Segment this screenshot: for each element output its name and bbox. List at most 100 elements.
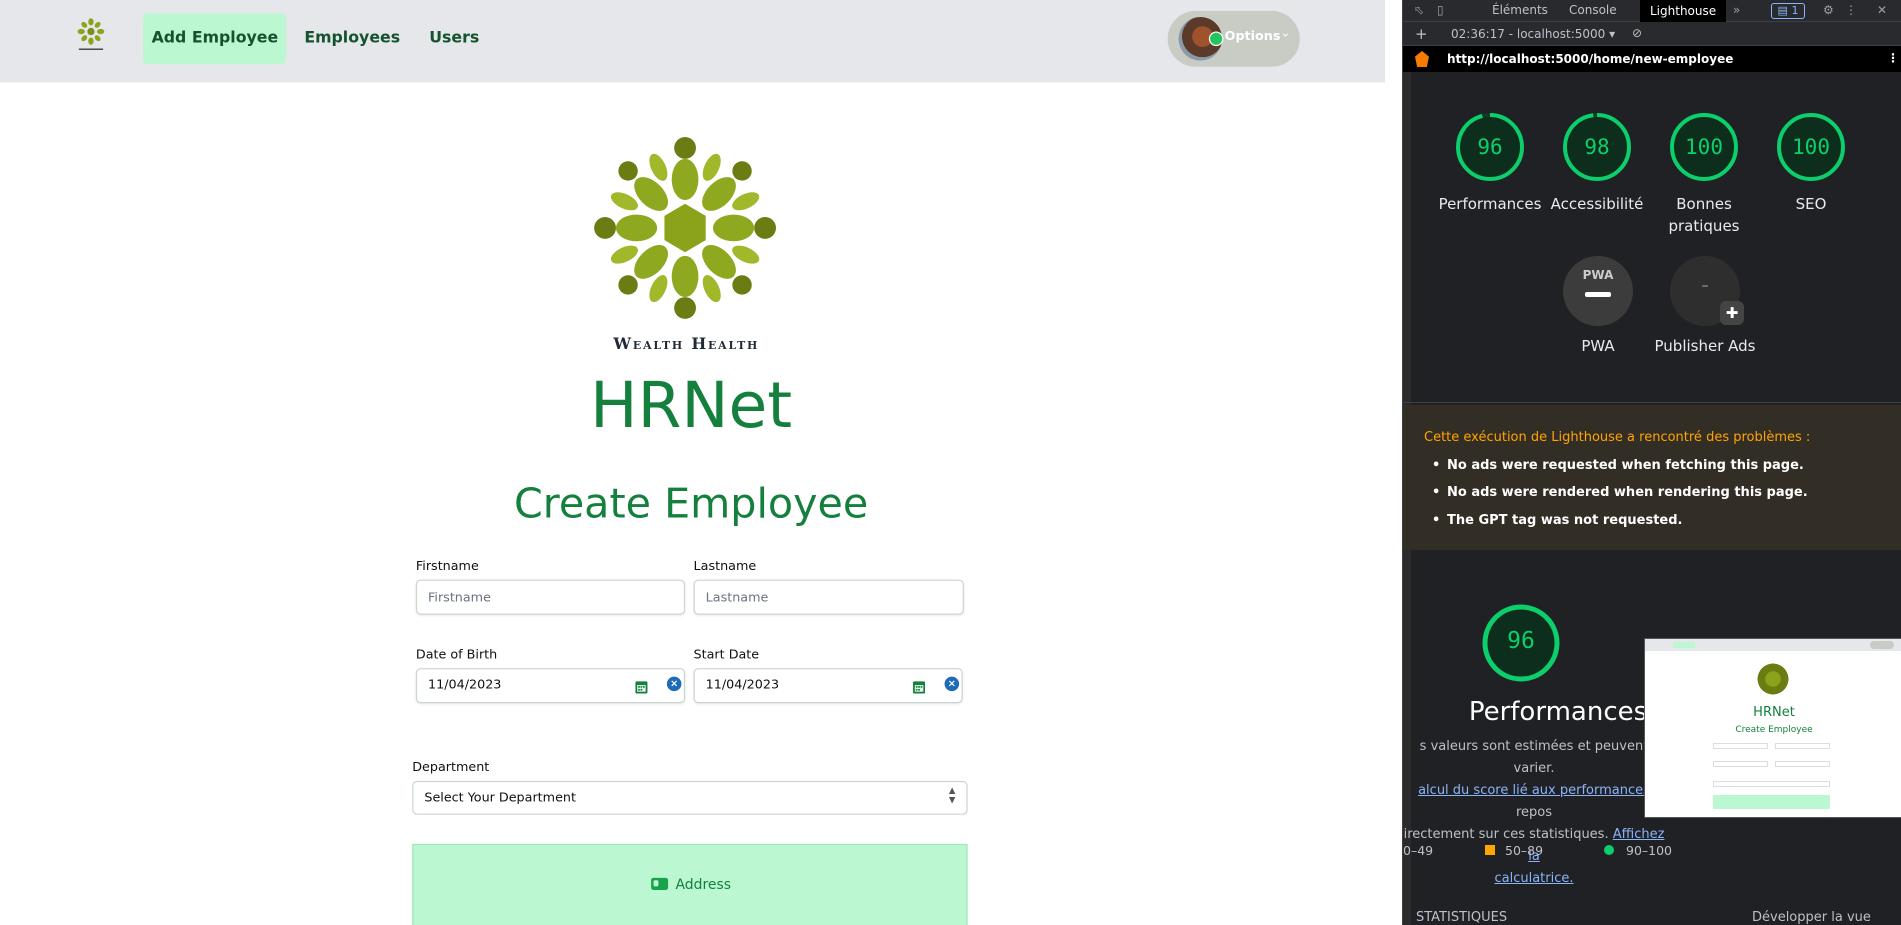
perf-desc-text: irectement sur ces statistiques. [1403, 827, 1609, 842]
tab-console[interactable]: Console [1569, 3, 1617, 17]
clear-date-icon[interactable]: × [666, 676, 682, 692]
score-label: Bonnes pratiques [1668, 195, 1740, 235]
report-url-bar: http://localhost:5000/home/new-employee … [1403, 46, 1901, 72]
publisher-ads-label: Publisher Ads [1654, 337, 1756, 355]
publisher-ads-value: – [1701, 278, 1709, 294]
more-options-icon[interactable]: ⋮ [1845, 3, 1857, 17]
top-navigation: Add Employee Employees Users Options ⌄ [0, 0, 1385, 83]
pwa-dash-icon [1585, 292, 1611, 297]
gear-icon[interactable]: ⚙ [1823, 3, 1834, 17]
firstname-label: Firstname [415, 558, 479, 574]
performance-section-title: Performances [1468, 697, 1648, 727]
perf-desc-text: s valeurs sont estimées et peuvent varie… [1419, 739, 1649, 776]
firstname-input[interactable] [415, 579, 686, 615]
statistics-heading: STATISTIQUES [1416, 910, 1508, 925]
tab-lighthouse[interactable]: Lighthouse [1640, 0, 1727, 22]
issues-count: 1 [1791, 4, 1799, 17]
nav-employees[interactable]: Employees [296, 13, 409, 64]
department-select[interactable]: Select Your Department ▲ ▼ [412, 780, 968, 815]
inspect-icon[interactable]: ⬁ [1414, 3, 1424, 17]
pwa-badge-text: PWA [1582, 268, 1614, 282]
app-title: HRNet [590, 369, 793, 443]
score-gauge[interactable]: 100 [1669, 112, 1739, 182]
report-url[interactable]: http://localhost:5000/home/new-employee [1447, 52, 1733, 66]
pwa-gauge[interactable]: PWA [1563, 256, 1633, 326]
lighthouse-icon [1415, 51, 1429, 67]
more-tabs-icon[interactable]: » [1733, 3, 1740, 17]
wealth-health-logo-small[interactable] [75, 17, 107, 53]
device-toolbar-icon[interactable]: ▯ [1437, 3, 1444, 17]
start-date-value: 11/04/2023 [705, 677, 780, 693]
app-viewport: Add Employee Employees Users Options ⌄ W… [0, 0, 1385, 925]
legend-fail-label: 0–49 [1403, 843, 1434, 858]
performance-description: s valeurs sont estimées et peuvent varie… [1403, 736, 1669, 890]
clear-date-icon[interactable]: × [944, 676, 960, 692]
thumbnail-app-name: HRNet [1753, 705, 1795, 720]
score-label: Accessibilité [1550, 195, 1644, 213]
legend-average: 50–89 [1485, 843, 1543, 858]
legend-pass-label: 90–100 [1626, 843, 1673, 858]
pass-circle-icon [1604, 845, 1614, 855]
close-icon[interactable]: ✕ [1877, 3, 1887, 17]
publisher-ads-gauge[interactable]: – ✚ [1670, 256, 1744, 326]
expand-view-link[interactable]: Développer la vue [1752, 910, 1871, 925]
score-value: 100 [1685, 135, 1723, 159]
lastname-input[interactable] [693, 579, 964, 615]
calendar-icon[interactable] [635, 680, 648, 694]
report-selector[interactable]: 02:36:17 - localhost:5000 ▾ [1451, 27, 1615, 41]
score-calculation-link[interactable]: alcul du score lié aux performances [1418, 783, 1650, 798]
score-value: 96 [1477, 135, 1503, 159]
department-label: Department [412, 760, 490, 775]
address-card-icon [651, 877, 669, 890]
wealth-health-logo [594, 137, 776, 319]
warning-item: No ads were requested when fetching this… [1432, 458, 1804, 473]
issues-badge[interactable]: ▤ 1 [1771, 3, 1805, 19]
score-label: Performances [1438, 195, 1542, 213]
score-gauge[interactable]: 100 [1776, 112, 1846, 182]
options-label: Options [1224, 29, 1281, 44]
average-square-icon [1485, 845, 1495, 855]
department-selected: Select Your Department [424, 790, 576, 806]
legend-average-label: 50–89 [1505, 843, 1544, 858]
puzzle-icon: ✚ [1720, 301, 1744, 325]
page-screenshot-thumbnail[interactable]: HRNet Create Employee [1644, 638, 1901, 818]
lighthouse-toolbar: + 02:36:17 - localhost:5000 ▾ ⊘ [1403, 22, 1901, 46]
dob-value: 11/04/2023 [428, 677, 502, 693]
options-menu-button[interactable]: Options ⌄ [1167, 10, 1300, 67]
calculator-link[interactable]: calculatrice. [1494, 871, 1573, 886]
score-gauge[interactable]: 96 [1455, 112, 1525, 182]
dob-label: Date of Birth [415, 647, 498, 663]
pwa-label: PWA [1581, 337, 1615, 355]
calendar-icon[interactable] [913, 680, 926, 694]
plus-icon[interactable]: + [1415, 25, 1428, 43]
online-status-dot [1208, 31, 1224, 47]
legend-pass: 90–100 [1604, 843, 1672, 858]
score-value: 100 [1792, 135, 1830, 159]
divider [1403, 402, 1901, 403]
select-arrows-icon: ▲ ▼ [948, 785, 956, 806]
page-title: Create Employee [513, 480, 869, 529]
warning-item: No ads were rendered when rendering this… [1432, 485, 1808, 500]
nav-users[interactable]: Users [421, 13, 488, 64]
devtools-panel: ⬁ ▯ Éléments Console Lighthouse » ▤ 1 ⚙ … [1402, 0, 1901, 925]
brand-name: Wealth Health [613, 335, 760, 355]
chevron-down-icon: ⌄ [1280, 26, 1291, 41]
legend-fail: 0–49 [1403, 843, 1433, 858]
start-date-label: Start Date [693, 647, 760, 663]
nav-add-employee[interactable]: Add Employee [143, 13, 287, 65]
clear-icon[interactable]: ⊘ [1632, 26, 1642, 40]
score-label: SEO [1795, 195, 1827, 213]
performance-large-score: 96 [1507, 628, 1535, 654]
more-options-icon[interactable]: ⋮ [1887, 51, 1899, 65]
lastname-label: Lastname [693, 558, 757, 574]
session-label: 02:36:17 - localhost:5000 [1451, 27, 1606, 41]
score-gauge[interactable]: 98 [1562, 112, 1632, 182]
address-section-toggle[interactable]: Address [412, 843, 968, 925]
tab-elements[interactable]: Éléments [1492, 3, 1548, 17]
devtools-tabbar: ⬁ ▯ Éléments Console Lighthouse » ▤ 1 ⚙ … [1403, 0, 1901, 22]
warning-item: The GPT tag was not requested. [1432, 513, 1682, 528]
thumbnail-page-title: Create Employee [1735, 725, 1813, 735]
warning-box: Cette exécution de Lighthouse a rencontr… [1403, 405, 1901, 550]
warning-title: Cette exécution de Lighthouse a rencontr… [1424, 430, 1811, 445]
perf-desc-text: repos [1515, 805, 1553, 820]
